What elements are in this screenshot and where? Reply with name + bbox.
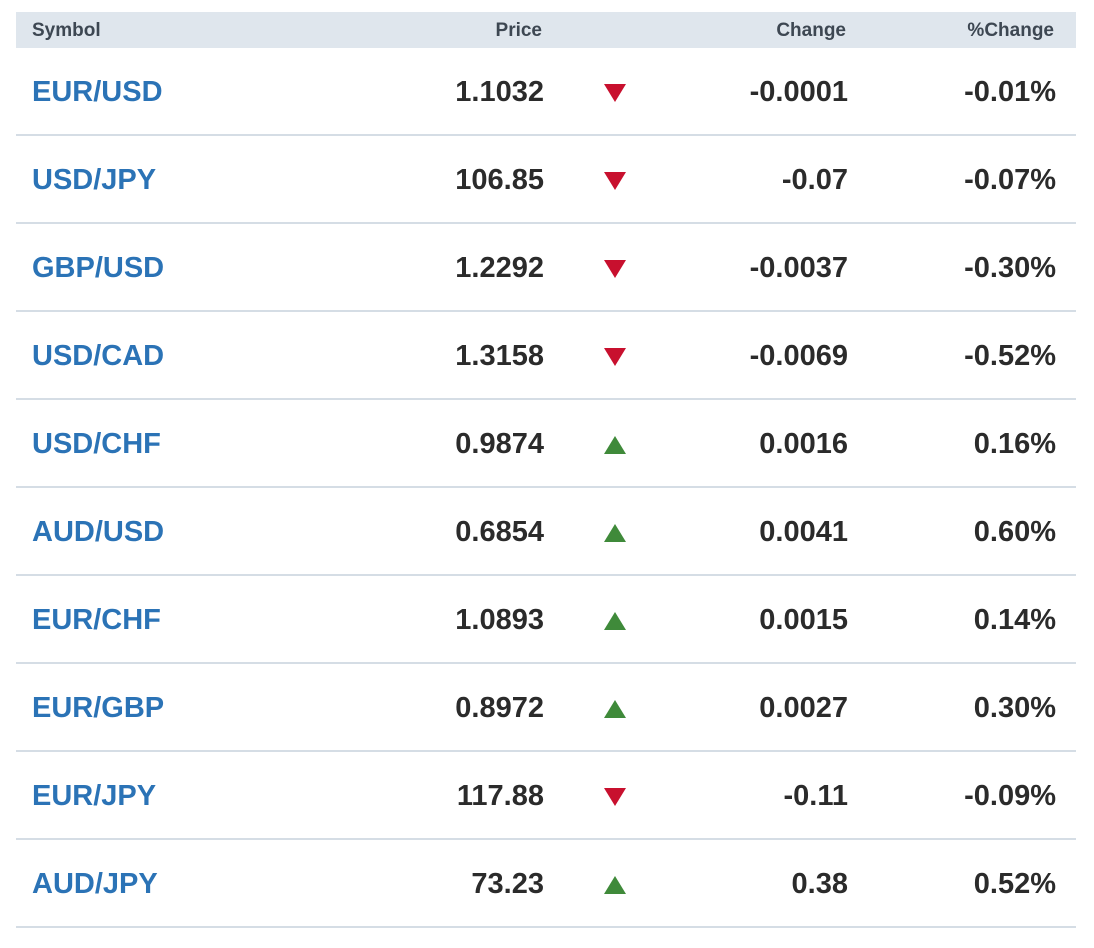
symbol-link[interactable]: AUD/USD [32,488,164,574]
header-pct-change[interactable]: %Change [967,12,1054,48]
price-value: 1.2292 [455,252,544,284]
price-value: 1.3158 [455,340,544,372]
pct-change-value: 0.52% [973,868,1056,900]
price-value: 73.23 [471,868,544,900]
triangle-up-icon [604,488,626,574]
change-value: -0.11 [783,780,849,812]
pct-change-value: -0.09% [964,780,1056,812]
triangle-down-icon [604,752,626,838]
table-row: GBP/USD 1.2292 -0.0037 -0.30% [16,224,1076,312]
price-value: 106.85 [455,164,544,196]
symbol-link[interactable]: USD/CAD [32,312,164,398]
table-row: USD/JPY 106.85 -0.07 -0.07% [16,136,1076,224]
triangle-down-icon [604,136,626,222]
triangle-up-icon [604,840,626,926]
pct-change-value: 0.60% [973,516,1056,548]
header-change[interactable]: Change [776,12,846,48]
table-row: USD/CAD 1.3158 -0.0069 -0.52% [16,312,1076,400]
table-row: AUD/JPY 73.23 0.38 0.52% [16,840,1076,928]
table-row: EUR/JPY 117.88 -0.11 -0.09% [16,752,1076,840]
symbol-link[interactable]: USD/CHF [32,400,161,486]
triangle-down-icon [604,48,626,134]
price-value: 0.8972 [455,692,544,724]
triangle-down-icon [604,224,626,310]
pct-change-value: -0.30% [964,252,1056,284]
pct-change-value: 0.16% [973,428,1056,460]
symbol-link[interactable]: EUR/JPY [32,752,156,838]
change-value: -0.0037 [749,252,848,284]
pct-change-value: -0.07% [964,164,1056,196]
price-value: 117.88 [456,780,544,812]
change-value: -0.07 [781,164,848,196]
price-value: 1.0893 [455,604,544,636]
symbol-link[interactable]: AUD/JPY [32,840,158,926]
table-row: EUR/GBP 0.8972 0.0027 0.30% [16,664,1076,752]
change-value: 0.0015 [759,604,848,636]
price-value: 1.1032 [455,76,544,108]
price-value: 0.9874 [455,428,544,460]
change-value: -0.0069 [749,340,848,372]
symbol-link[interactable]: EUR/USD [32,48,163,134]
pct-change-value: -0.52% [964,340,1056,372]
triangle-down-icon [604,312,626,398]
symbol-link[interactable]: USD/JPY [32,136,156,222]
table-row: AUD/USD 0.6854 0.0041 0.60% [16,488,1076,576]
price-value: 0.6854 [455,516,544,548]
change-value: 0.38 [791,868,848,900]
header-price[interactable]: Price [496,12,542,48]
header-symbol[interactable]: Symbol [32,12,101,48]
currency-quote-table: Symbol Price Change %Change EUR/USD 1.10… [16,12,1076,928]
pct-change-value: 0.14% [973,604,1056,636]
triangle-up-icon [604,576,626,662]
table-row: EUR/CHF 1.0893 0.0015 0.14% [16,576,1076,664]
pct-change-value: 0.30% [973,692,1056,724]
change-value: 0.0016 [759,428,848,460]
triangle-up-icon [604,664,626,750]
triangle-up-icon [604,400,626,486]
pct-change-value: -0.01% [964,76,1056,108]
table-row: EUR/USD 1.1032 -0.0001 -0.01% [16,48,1076,136]
symbol-link[interactable]: EUR/GBP [32,664,164,750]
change-value: 0.0027 [759,692,848,724]
symbol-link[interactable]: EUR/CHF [32,576,161,662]
table-header: Symbol Price Change %Change [16,12,1076,48]
change-value: -0.0001 [749,76,848,108]
table-row: USD/CHF 0.9874 0.0016 0.16% [16,400,1076,488]
change-value: 0.0041 [759,516,848,548]
symbol-link[interactable]: GBP/USD [32,224,164,310]
